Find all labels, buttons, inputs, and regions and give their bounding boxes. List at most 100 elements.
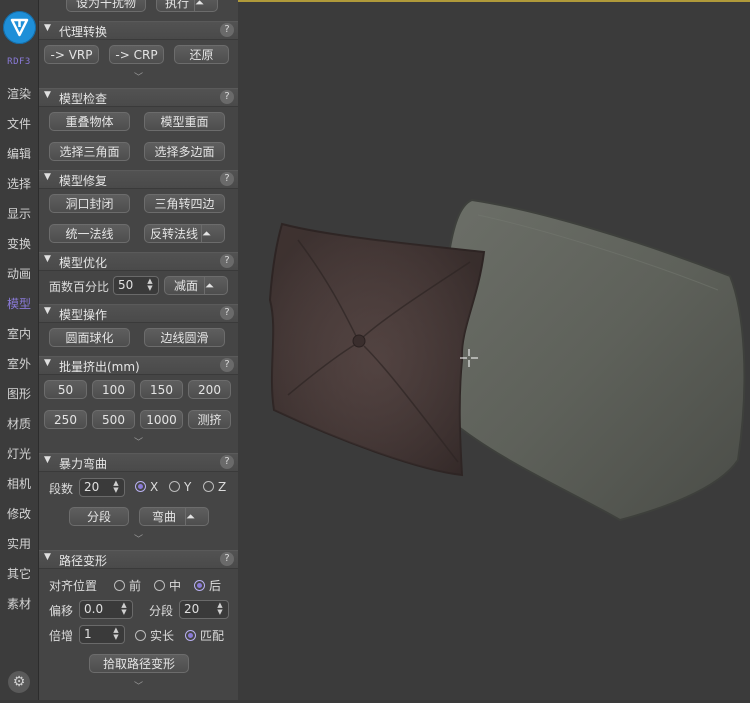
pin-icon[interactable]: ⏶	[201, 225, 224, 242]
offset-value: 0.0	[84, 602, 104, 616]
help-icon[interactable]: ?	[220, 23, 234, 37]
help-icon[interactable]: ?	[220, 90, 234, 104]
help-icon[interactable]: ?	[220, 306, 234, 320]
sidebar-item-file[interactable]: 文件	[0, 114, 38, 134]
section-operate-header[interactable]: ▼ 模型操作 ?	[39, 304, 238, 323]
overlap-objects-button[interactable]: 重叠物体	[49, 112, 130, 131]
sidebar-item-utility[interactable]: 实用	[0, 534, 38, 554]
sidebar-item-other[interactable]: 其它	[0, 564, 38, 584]
multiply-spinner[interactable]: 1 ▲ ▼	[79, 625, 125, 644]
face-percent-spinner[interactable]: 50 ▲ ▼	[113, 276, 159, 295]
reduce-faces-button[interactable]: 减面 ⏶	[164, 276, 228, 295]
execute-button[interactable]: 执行 ⏶	[156, 0, 218, 12]
section-repair-header[interactable]: ▼ 模型修复 ?	[39, 170, 238, 189]
bend-segments-spinner[interactable]: 20 ▲ ▼	[79, 478, 125, 497]
spinner-arrows-icon[interactable]: ▲ ▼	[213, 602, 227, 617]
align-back-radio[interactable]: 后	[194, 577, 221, 594]
gear-icon[interactable]: ⚙	[8, 671, 30, 693]
pin-icon[interactable]: ⏶	[194, 0, 217, 11]
extrude-50-button[interactable]: 50	[44, 380, 87, 399]
execute-label: 执行	[165, 0, 190, 10]
help-icon[interactable]: ?	[220, 254, 234, 268]
sidebar-item-material[interactable]: 材质	[0, 414, 38, 434]
bend-button[interactable]: 弯曲 ⏶	[139, 507, 209, 526]
sidebar-item-exterior[interactable]: 室外	[0, 354, 38, 374]
extrude-250-button[interactable]: 250	[44, 410, 87, 429]
path-segments-label: 分段	[149, 604, 174, 618]
spinner-arrows-icon[interactable]: ▲ ▼	[109, 480, 123, 495]
segment-button[interactable]: 分段	[69, 507, 129, 526]
extrude-100-button[interactable]: 100	[92, 380, 135, 399]
flip-normals-button[interactable]: 反转法线 ⏶	[144, 224, 225, 243]
spherify-button[interactable]: 圆面球化	[49, 328, 130, 347]
spinner-arrows-icon[interactable]: ▲ ▼	[109, 627, 123, 642]
sidebar-item-transform[interactable]: 变换	[0, 234, 38, 254]
crosshair-cursor-icon	[460, 349, 478, 367]
help-icon[interactable]: ?	[220, 455, 234, 469]
select-polygons-button[interactable]: 选择多边面	[144, 142, 225, 161]
sidebar-item-select[interactable]: 选择	[0, 174, 38, 194]
fit-real-length-radio[interactable]: 实长	[135, 627, 174, 644]
help-icon[interactable]: ?	[220, 172, 234, 186]
extrude-1000-button[interactable]: 1000	[140, 410, 183, 429]
align-position-label: 对齐位置	[49, 579, 98, 593]
fit-match-radio[interactable]: 匹配	[185, 627, 224, 644]
cap-holes-button[interactable]: 洞口封闭	[49, 194, 130, 213]
sidebar-item-assets[interactable]: 素材	[0, 594, 38, 614]
sidebar-item-modify[interactable]: 修改	[0, 504, 38, 524]
logo-icon[interactable]	[3, 11, 36, 44]
restore-button[interactable]: 还原	[174, 45, 229, 64]
sidebar-item-light[interactable]: 灯光	[0, 444, 38, 464]
unify-normals-button[interactable]: 统一法线	[49, 224, 130, 243]
sidebar-item-shape[interactable]: 图形	[0, 384, 38, 404]
chevron-down-icon[interactable]: ﹀	[39, 438, 238, 448]
face-percent-value: 50	[118, 278, 134, 292]
tri-to-quad-button[interactable]: 三角转四边	[144, 194, 225, 213]
viewport-3d[interactable]	[238, 0, 750, 700]
pin-icon[interactable]: ⏶	[185, 508, 208, 525]
spinner-arrows-icon[interactable]: ▲ ▼	[143, 278, 157, 293]
chevron-down-icon[interactable]: ﹀	[39, 682, 238, 692]
align-middle-radio[interactable]: 中	[154, 577, 181, 594]
select-triangles-button[interactable]: 选择三角面	[49, 142, 130, 161]
extrude-200-button[interactable]: 200	[188, 380, 231, 399]
extrude-150-button[interactable]: 150	[140, 380, 183, 399]
collapse-triangle-icon: ▼	[44, 552, 51, 562]
section-optimize-header[interactable]: ▼ 模型优化 ?	[39, 252, 238, 271]
pin-icon[interactable]: ⏶	[204, 277, 227, 294]
path-segments-spinner[interactable]: 20 ▲ ▼	[179, 600, 229, 619]
tool-sidebar: RDF3 渲染 文件 编辑 选择 显示 变换 动画 模型 室内 室外 图形 材质…	[0, 0, 39, 700]
help-icon[interactable]: ?	[220, 552, 234, 566]
section-path-header[interactable]: ▼ 路径变形 ?	[39, 550, 238, 569]
to-vrp-button[interactable]: -> VRP	[44, 45, 99, 64]
section-bend-header[interactable]: ▼ 暴力弯曲 ?	[39, 453, 238, 472]
sidebar-item-animation[interactable]: 动画	[0, 264, 38, 284]
section-proxy-header[interactable]: ▼ 代理转换 ?	[39, 21, 238, 40]
spinner-arrows-icon[interactable]: ▲ ▼	[117, 602, 131, 617]
axis-z-radio[interactable]: Z	[203, 480, 226, 494]
axis-x-radio[interactable]: X	[135, 480, 158, 494]
edge-smooth-button[interactable]: 边线圆滑	[144, 328, 225, 347]
axis-y-radio[interactable]: Y	[169, 480, 191, 494]
help-icon[interactable]: ?	[220, 358, 234, 372]
measure-extrude-button[interactable]: 测挤	[188, 410, 231, 429]
section-extrude-title: 批量挤出(mm)	[59, 360, 140, 374]
chevron-down-icon[interactable]: ﹀	[39, 535, 238, 545]
section-check-header[interactable]: ▼ 模型检查 ?	[39, 88, 238, 107]
face-percent-label: 面数百分比	[49, 280, 110, 294]
sidebar-item-interior[interactable]: 室内	[0, 324, 38, 344]
duplicate-faces-button[interactable]: 模型重面	[144, 112, 225, 131]
chevron-down-icon[interactable]: ﹀	[39, 73, 238, 83]
to-crp-button[interactable]: -> CRP	[109, 45, 164, 64]
pick-path-deform-button[interactable]: 拾取路径变形	[89, 654, 189, 673]
align-front-radio[interactable]: 前	[114, 577, 141, 594]
sidebar-item-edit[interactable]: 编辑	[0, 144, 38, 164]
sidebar-item-render[interactable]: 渲染	[0, 84, 38, 104]
set-interference-button[interactable]: 设为干扰物	[66, 0, 146, 12]
sidebar-item-model[interactable]: 模型	[0, 294, 38, 314]
offset-spinner[interactable]: 0.0 ▲ ▼	[79, 600, 133, 619]
sidebar-item-camera[interactable]: 相机	[0, 474, 38, 494]
sidebar-item-display[interactable]: 显示	[0, 204, 38, 224]
section-extrude-header[interactable]: ▼ 批量挤出(mm) ?	[39, 356, 238, 375]
extrude-500-button[interactable]: 500	[92, 410, 135, 429]
